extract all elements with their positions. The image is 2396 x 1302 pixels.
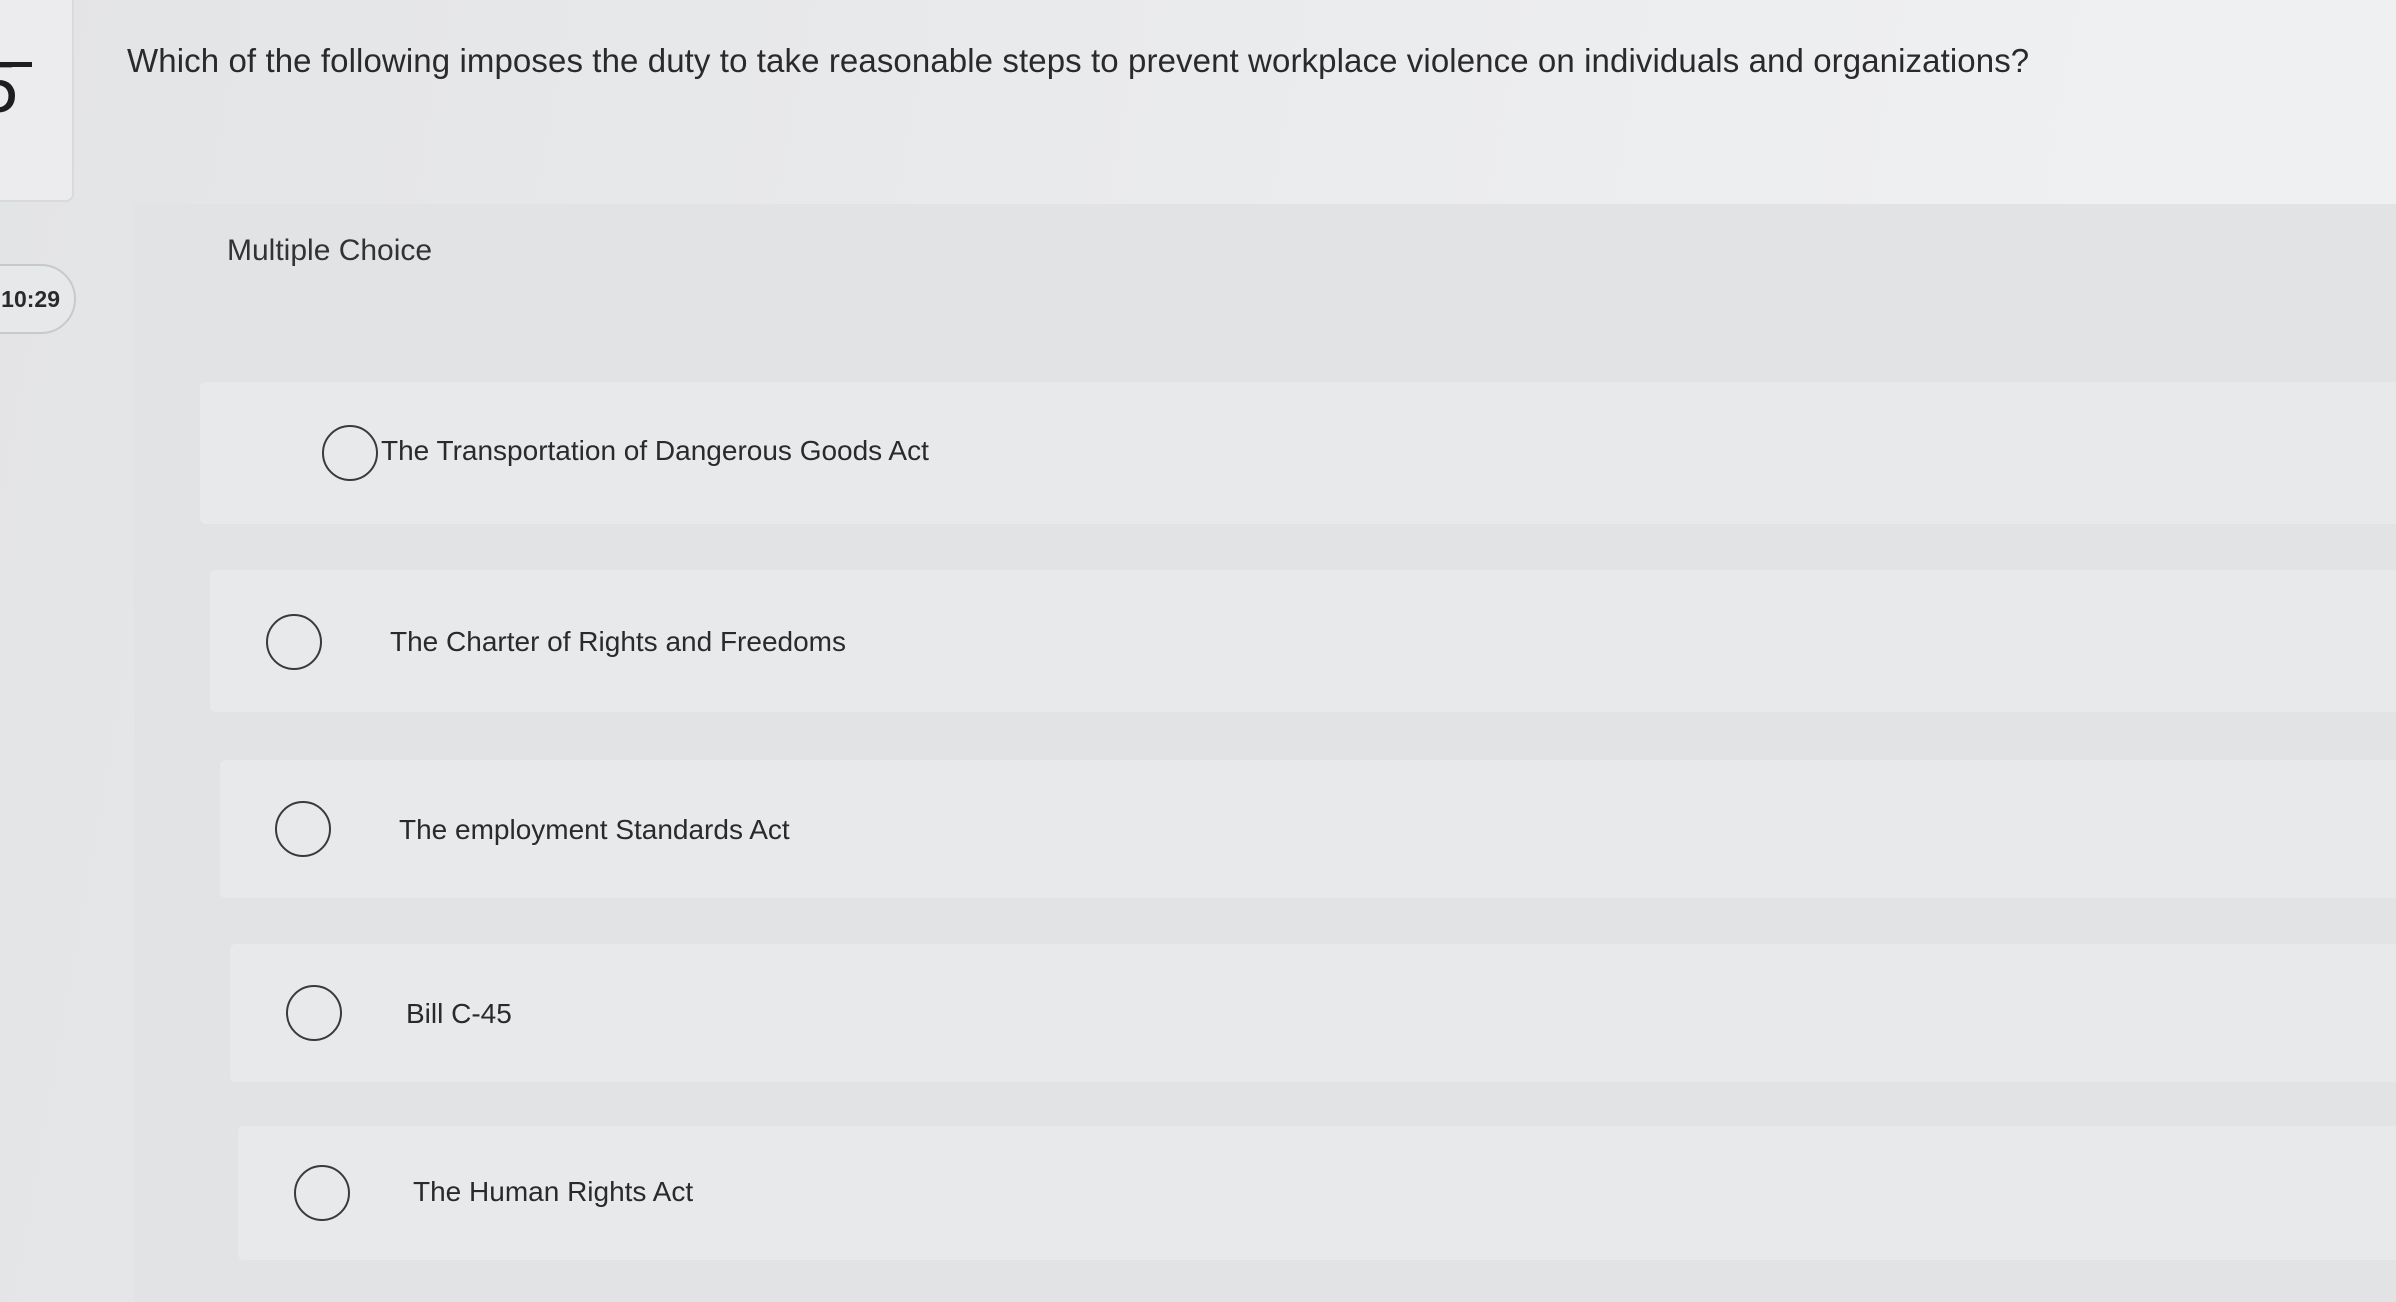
question-panel: Multiple Choice The Transportation of Da… <box>134 204 2396 1302</box>
radio-button-icon[interactable] <box>286 985 342 1041</box>
answer-option-label: The employment Standards Act <box>399 814 790 845</box>
answer-option[interactable]: The employment Standards Act <box>220 760 2396 898</box>
radio-button-icon[interactable] <box>266 614 322 670</box>
answer-option[interactable]: The Transportation of Dangerous Goods Ac… <box>200 382 2396 524</box>
answer-option-label: The Human Rights Act <box>413 1176 694 1207</box>
answer-option-label: Bill C-45 <box>406 998 512 1029</box>
radio-button-icon[interactable] <box>275 801 331 857</box>
answer-option[interactable]: The Charter of Rights and Freedoms <box>210 570 2396 712</box>
question-text: Which of the following imposes the duty … <box>127 42 2030 79</box>
multiple-choice-header: Multiple Choice <box>134 204 2396 316</box>
timer-badge: :10:29 <box>0 264 76 334</box>
answer-option-label: The Transportation of Dangerous Goods Ac… <box>381 435 929 466</box>
answer-option[interactable]: Bill C-45 <box>230 944 2396 1082</box>
radio-button-icon[interactable] <box>294 1165 350 1221</box>
answer-option-label: The Charter of Rights and Freedoms <box>390 626 846 657</box>
question-type-label: Multiple Choice <box>227 234 433 267</box>
radio-button-icon[interactable] <box>322 425 378 481</box>
answer-option[interactable]: The Human Rights Act <box>238 1126 2396 1260</box>
question-number: 5 <box>0 52 33 124</box>
timer-text: :10:29 <box>0 285 60 312</box>
